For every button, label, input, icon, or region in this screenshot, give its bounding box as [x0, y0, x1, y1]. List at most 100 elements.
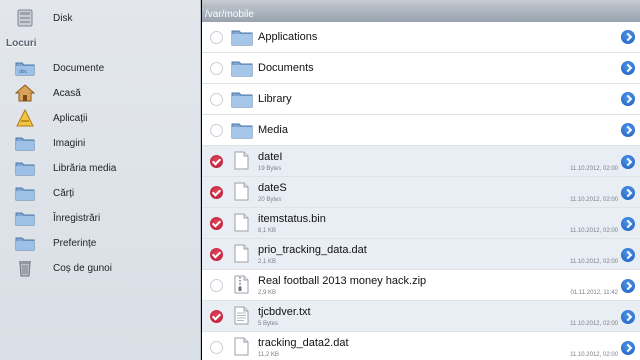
- file-name: tjcbdver.txt: [258, 306, 311, 318]
- file-name: itemstatus.bin: [258, 213, 326, 225]
- trash-icon: [19, 261, 31, 277]
- file-date: 11.10.2012, 02:00: [570, 321, 618, 327]
- folder-icon: [231, 92, 253, 108]
- folder-icon: [231, 61, 253, 77]
- select-checkbox[interactable]: [210, 124, 223, 137]
- file-name: dateI: [258, 151, 283, 163]
- file-name: dateS: [258, 182, 287, 194]
- select-checkbox[interactable]: [210, 93, 223, 106]
- sidebar-item-label: Librăria media: [53, 162, 117, 174]
- file-name: prio_tracking_data.dat: [258, 244, 367, 256]
- list-item[interactable]: Applications: [202, 22, 640, 53]
- disclosure-arrow-icon[interactable]: [621, 310, 635, 324]
- file-size: 19 Bytes: [258, 166, 282, 172]
- sidebar-item-aplicatii[interactable]: Aplicații: [0, 107, 201, 129]
- file-browser: /var/mobile Applications Documents Libra…: [202, 0, 640, 360]
- file-size: 5 Bytes: [258, 321, 279, 327]
- disclosure-arrow-icon[interactable]: [621, 217, 635, 231]
- select-checkbox[interactable]: [210, 248, 223, 261]
- list-item[interactable]: prio_tracking_data.dat 2,1 KB 11.10.2012…: [202, 239, 640, 270]
- select-checkbox[interactable]: [210, 341, 223, 354]
- folder-icon: [231, 30, 253, 46]
- document-icon: [234, 182, 249, 201]
- applications-icon: [16, 109, 34, 127]
- sidebar-item-label: Acasă: [53, 87, 81, 99]
- list-item[interactable]: Documents: [202, 53, 640, 84]
- disclosure-arrow-icon[interactable]: [621, 155, 635, 169]
- document-icon: [234, 213, 249, 232]
- zip-archive-icon: [234, 275, 249, 294]
- list-item[interactable]: Library: [202, 84, 640, 115]
- folder-icon: [15, 137, 35, 151]
- file-name: Library: [258, 93, 292, 105]
- sidebar-item-acasa[interactable]: Acasă: [0, 82, 201, 104]
- select-checkbox[interactable]: [210, 186, 223, 199]
- sidebar-item-label: Documente: [53, 62, 105, 74]
- folder-icon: [15, 187, 35, 201]
- file-date: 11.10.2012, 02:00: [570, 166, 618, 172]
- select-checkbox[interactable]: [210, 310, 223, 323]
- path-bar: /var/mobile: [202, 8, 640, 22]
- list-item[interactable]: itemstatus.bin 8,1 KB 11.10.2012, 02:00: [202, 208, 640, 239]
- disclosure-arrow-icon[interactable]: [621, 248, 635, 262]
- document-icon: [234, 337, 249, 356]
- sidebar-item-cos-de-gunoi[interactable]: Coș de gunoi: [0, 257, 201, 279]
- folder-icon: [15, 237, 35, 251]
- sidebar-item-libraria-media[interactable]: Librăria media: [0, 157, 201, 179]
- text-file-icon: [234, 306, 249, 325]
- sidebar-item-preferinte[interactable]: Preferințe: [0, 232, 201, 254]
- sidebar-item-label: Înregistrări: [53, 212, 101, 224]
- svg-text:doc: doc: [19, 69, 28, 75]
- folder-icon: [231, 123, 253, 139]
- sidebar-item-label: Imagini: [53, 137, 86, 149]
- disclosure-arrow-icon[interactable]: [621, 30, 635, 44]
- file-size: 8,1 KB: [258, 228, 277, 234]
- file-date: 11.10.2012, 02:00: [570, 228, 618, 234]
- select-checkbox[interactable]: [210, 155, 223, 168]
- list-item[interactable]: dateS 20 Bytes 11.10.2012, 02:00: [202, 177, 640, 208]
- sidebar-item-disk[interactable]: Disk: [0, 7, 201, 29]
- disclosure-arrow-icon[interactable]: [621, 92, 635, 106]
- select-checkbox[interactable]: [210, 217, 223, 230]
- folder-icon: doc: [15, 62, 35, 76]
- folder-icon: [15, 162, 35, 176]
- file-size: 20 Bytes: [258, 197, 282, 203]
- list-item[interactable]: tracking_data2.dat 11,2 KB 11.10.2012, 0…: [202, 332, 640, 360]
- file-date: 11.10.2012, 02:00: [570, 259, 618, 265]
- list-item[interactable]: tjcbdver.txt 5 Bytes 11.10.2012, 02:00: [202, 301, 640, 332]
- sidebar: Disk Locuri doc Documente Acasă Aplicați…: [0, 0, 201, 360]
- file-name: Documents: [258, 62, 314, 74]
- disclosure-arrow-icon[interactable]: [621, 123, 635, 137]
- file-size: 2,1 KB: [258, 259, 277, 265]
- file-size: 2,9 KB: [258, 290, 277, 296]
- sidebar-item-inregistrari[interactable]: Înregistrări: [0, 207, 201, 229]
- sidebar-item-label: Preferințe: [53, 237, 97, 249]
- file-name: Media: [258, 124, 288, 136]
- select-checkbox[interactable]: [210, 31, 223, 44]
- disclosure-arrow-icon[interactable]: [621, 341, 635, 355]
- sidebar-item-label: Disk: [53, 12, 73, 24]
- disclosure-arrow-icon[interactable]: [621, 61, 635, 75]
- home-icon: [15, 84, 35, 102]
- sidebar-item-documente[interactable]: doc Documente: [0, 57, 201, 79]
- list-item[interactable]: Real football 2013 money hack.zip 2,9 KB…: [202, 270, 640, 301]
- file-date: 11.10.2012, 02:00: [570, 352, 618, 358]
- sidebar-item-label: Aplicații: [53, 112, 88, 124]
- list-item[interactable]: dateI 19 Bytes 11.10.2012, 02:00: [202, 146, 640, 177]
- list-item[interactable]: Media: [202, 115, 640, 146]
- file-name: Applications: [258, 31, 318, 43]
- file-size: 11,2 KB: [258, 352, 279, 358]
- document-icon: [234, 244, 249, 263]
- document-icon: [234, 151, 249, 170]
- sidebar-item-imagini[interactable]: Imagini: [0, 132, 201, 154]
- select-checkbox[interactable]: [210, 62, 223, 75]
- select-checkbox[interactable]: [210, 279, 223, 292]
- disk-icon: [17, 9, 33, 27]
- disclosure-arrow-icon[interactable]: [621, 279, 635, 293]
- file-date: 01.11.2012, 11:42: [570, 290, 619, 296]
- sidebar-item-label: Cărți: [53, 187, 75, 199]
- file-name: tracking_data2.dat: [258, 337, 349, 349]
- folder-icon: [15, 212, 35, 226]
- disclosure-arrow-icon[interactable]: [621, 186, 635, 200]
- sidebar-item-carti[interactable]: Cărți: [0, 182, 201, 204]
